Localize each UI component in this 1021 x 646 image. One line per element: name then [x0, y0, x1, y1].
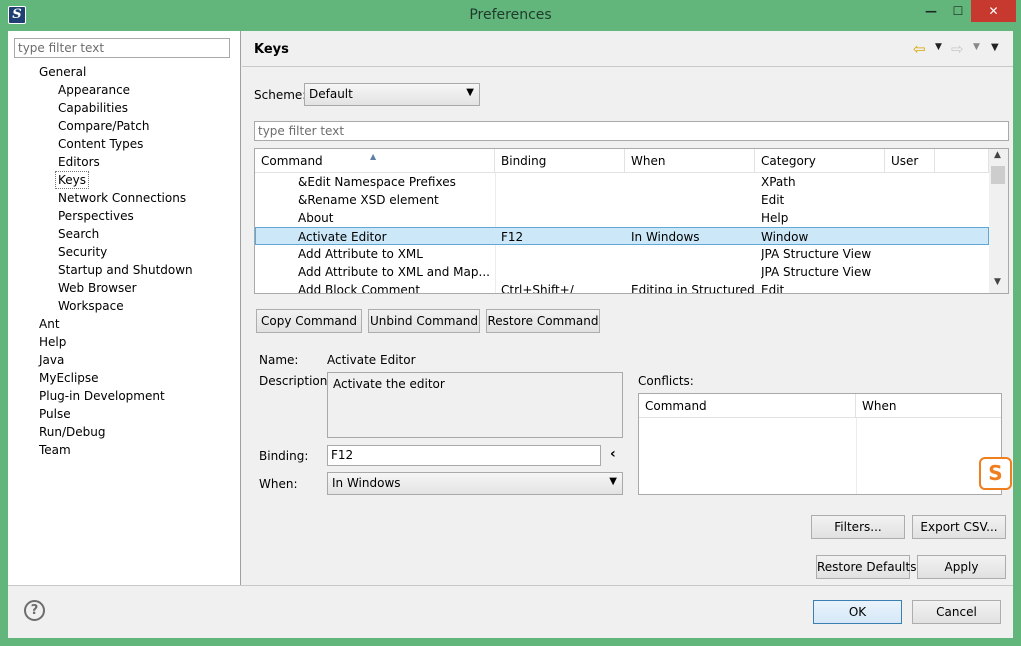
when-select[interactable]: In Windows ▼	[327, 472, 623, 495]
tree-filter-input[interactable]: type filter text	[14, 38, 230, 58]
table-row[interactable]: Add Attribute to XML JPA Structure View	[255, 245, 989, 263]
key-bindings-table: Command ▲ Binding When Category User &Ed…	[254, 148, 1009, 294]
view-menu-icon[interactable]: ▼	[991, 42, 999, 53]
back-history-dropdown-icon[interactable]: ▼	[935, 42, 942, 52]
scheme-select-value: Default	[309, 87, 353, 101]
maximize-button[interactable]: ☐	[945, 0, 971, 22]
name-value: Activate Editor	[327, 353, 416, 367]
input-method-tray-icon[interactable]: S	[979, 457, 1012, 490]
chevron-down-icon: ▼	[466, 87, 474, 98]
keys-preference-page: Keys ⇦ ▼ ⇨ ▼ ▼ Scheme: Default ▼ type fi…	[242, 31, 1013, 585]
conflicts-column-when[interactable]: When	[856, 394, 1001, 418]
column-header-command[interactable]: Command ▲	[255, 149, 495, 173]
help-icon[interactable]: ?	[24, 600, 45, 621]
export-csv-button[interactable]: Export CSV...	[912, 515, 1006, 539]
tree-item-appearance[interactable]: Appearance	[58, 81, 130, 99]
tree-item-compare-patch[interactable]: Compare/Patch	[58, 117, 149, 135]
tree-item-team[interactable]: Team	[39, 441, 71, 459]
table-row[interactable]: Add Block Comment Ctrl+Shift+/ Editing i…	[255, 281, 989, 293]
column-header-category[interactable]: Category	[755, 149, 885, 173]
name-label: Name:	[259, 353, 299, 367]
back-icon[interactable]: ⇦	[913, 40, 926, 58]
tree-item-security[interactable]: Security	[58, 243, 107, 261]
keys-filter-input[interactable]: type filter text	[254, 121, 1009, 141]
restore-defaults-button[interactable]: Restore Defaults	[816, 555, 916, 579]
table-row[interactable]: &Edit Namespace Prefixes XPath	[255, 173, 989, 191]
page-title: Keys	[254, 42, 289, 57]
description-box: Activate the editor	[327, 372, 623, 438]
conflicts-column-command[interactable]: Command	[639, 394, 856, 418]
scroll-thumb[interactable]	[991, 166, 1005, 184]
column-header-binding[interactable]: Binding	[495, 149, 625, 173]
copy-command-button[interactable]: Copy Command	[256, 309, 362, 333]
table-vertical-scrollbar[interactable]: ▲ ▼	[989, 149, 1008, 293]
tree-item-editors[interactable]: Editors	[58, 153, 100, 171]
column-header-user[interactable]: User	[885, 149, 935, 173]
scheme-label: Scheme:	[254, 88, 307, 102]
forward-icon[interactable]: ⇨	[951, 40, 964, 58]
sort-ascending-icon: ▲	[370, 152, 377, 161]
tree-item-keys[interactable]: Keys	[55, 171, 90, 189]
dialog-client-area: type filter text General Appearance Capa…	[8, 31, 1013, 638]
tree-item-run-debug[interactable]: Run/Debug	[39, 423, 106, 441]
scheme-select[interactable]: Default ▼	[304, 83, 480, 106]
tree-item-startup-shutdown[interactable]: Startup and Shutdown	[58, 261, 193, 279]
filters-button[interactable]: Filters...	[811, 515, 905, 539]
tree-item-content-types[interactable]: Content Types	[58, 135, 143, 153]
chevron-down-icon: ▼	[609, 476, 617, 487]
column-header-when[interactable]: When	[625, 149, 755, 173]
binding-key-menu-icon[interactable]: ‹	[610, 446, 616, 462]
title-bar[interactable]: S Preferences — ☐ ✕	[0, 0, 1021, 31]
binding-input[interactable]: F12	[327, 445, 601, 466]
tree-item-capabilities[interactable]: Capabilities	[58, 99, 128, 117]
description-label: Description:	[259, 374, 332, 388]
description-value: Activate the editor	[333, 377, 445, 391]
cancel-button[interactable]: Cancel	[912, 600, 1001, 624]
when-label: When:	[259, 477, 298, 491]
window-title: Preferences	[469, 7, 552, 23]
tree-item-ant[interactable]: Ant	[39, 315, 60, 333]
restore-command-button[interactable]: Restore Command	[486, 309, 600, 333]
apply-button[interactable]: Apply	[917, 555, 1006, 579]
forward-history-dropdown-icon[interactable]: ▼	[973, 42, 980, 52]
table-row-selected[interactable]: Activate Editor F12 In Windows Window	[255, 227, 989, 245]
conflicts-table: Command When	[638, 393, 1002, 495]
tree-item-plugin-development[interactable]: Plug-in Development	[39, 387, 165, 405]
tree-item-myeclipse[interactable]: MyEclipse	[39, 369, 99, 387]
tree-item-workspace[interactable]: Workspace	[58, 297, 124, 315]
scroll-up-icon[interactable]: ▲	[994, 150, 1001, 160]
bottom-separator	[8, 585, 1013, 586]
header-separator	[242, 66, 1013, 67]
table-row[interactable]: Add Attribute to XML and Map... JPA Stru…	[255, 263, 989, 281]
tree-item-general[interactable]: General	[39, 63, 86, 81]
tree-item-help[interactable]: Help	[39, 333, 66, 351]
table-row[interactable]: About Help	[255, 209, 989, 227]
tree-item-network-connections[interactable]: Network Connections	[58, 189, 186, 207]
tree-item-perspectives[interactable]: Perspectives	[58, 207, 134, 225]
tree-item-web-browser[interactable]: Web Browser	[58, 279, 137, 297]
table-row[interactable]: &Rename XSD element Edit	[255, 191, 989, 209]
close-window-button[interactable]: ✕	[971, 0, 1016, 22]
scroll-down-icon[interactable]: ▼	[994, 277, 1001, 287]
when-select-value: In Windows	[332, 476, 401, 490]
minimize-button[interactable]: —	[918, 0, 944, 22]
preferences-window: S Preferences — ☐ ✕ type filter text Gen…	[0, 0, 1021, 646]
ok-button[interactable]: OK	[813, 600, 902, 624]
tree-item-search[interactable]: Search	[58, 225, 99, 243]
binding-label: Binding:	[259, 449, 309, 463]
column-header-filler	[935, 149, 989, 173]
tree-item-java[interactable]: Java	[39, 351, 64, 369]
unbind-command-button[interactable]: Unbind Command	[368, 309, 480, 333]
conflicts-label: Conflicts:	[638, 374, 694, 388]
tree-item-pulse[interactable]: Pulse	[39, 405, 71, 423]
preference-tree-pane: type filter text General Appearance Capa…	[8, 31, 241, 585]
